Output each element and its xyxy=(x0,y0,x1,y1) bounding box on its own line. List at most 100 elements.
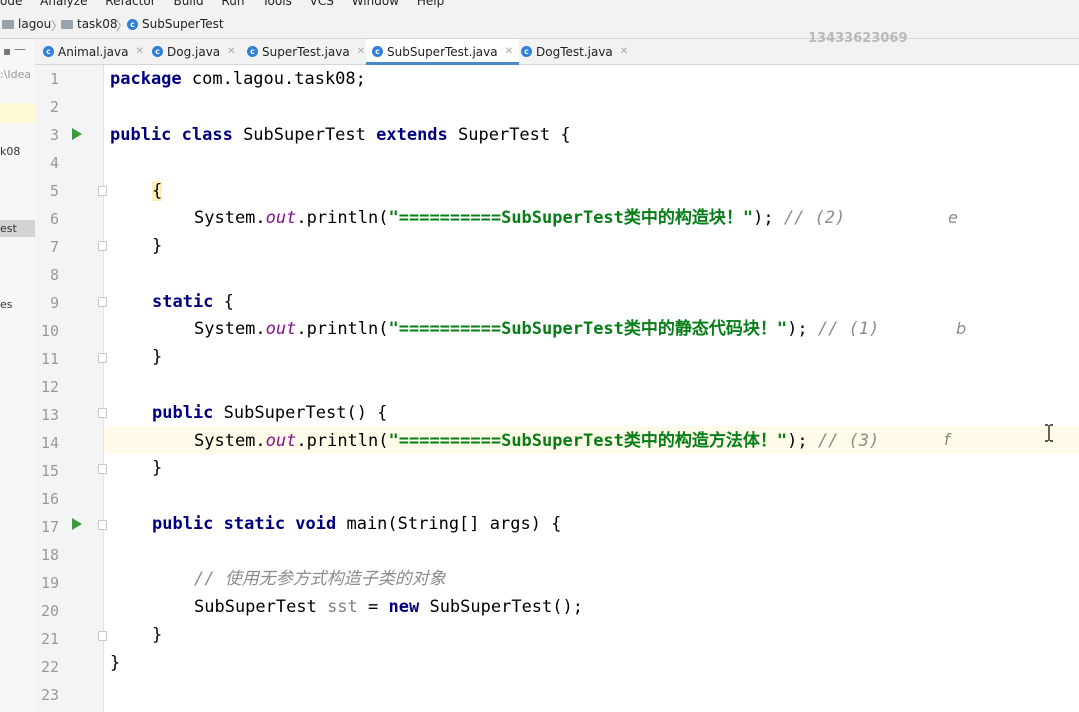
code-line-1: package com.lagou.task08; xyxy=(110,65,366,93)
class-icon: c xyxy=(43,46,54,57)
breadcrumb-label: SubSuperTest xyxy=(142,17,224,31)
line-number: 9 xyxy=(49,294,59,312)
menu-tools[interactable]: Tools xyxy=(262,0,292,8)
code-text: .println( xyxy=(296,319,389,339)
sidebar-collapse-icon[interactable]: ▪ xyxy=(3,44,11,58)
run-main-icon[interactable] xyxy=(72,518,82,530)
breadcrumb-label: lagou xyxy=(18,17,52,31)
code-line-19: // 使用无参方式构造子类的对象 xyxy=(194,565,446,593)
keyword: new xyxy=(388,597,420,617)
code-text: System. xyxy=(194,319,266,339)
annotation-note: b xyxy=(956,319,967,338)
code-text: } xyxy=(152,236,163,256)
code-line-3: public class SubSuperTest extends SuperT… xyxy=(110,121,571,149)
annotation-note: e xyxy=(948,208,958,227)
string-literal: "==========SubSuperTest类中的构造方法体！" xyxy=(388,431,788,451)
class-icon: c xyxy=(372,46,383,57)
menu-refactor[interactable]: Refactor xyxy=(105,0,155,8)
code-text: SubSuperTest() { xyxy=(213,403,388,423)
sidebar-item-es[interactable]: es xyxy=(0,298,13,311)
tab-label: DogTest.java xyxy=(536,44,613,59)
code-line-10: System.out.println("==========SubSuperTe… xyxy=(194,315,879,343)
class-icon: c xyxy=(127,18,138,30)
code-text: System. xyxy=(194,431,266,451)
code-line-22: } xyxy=(110,649,120,677)
code-text: } xyxy=(152,347,163,367)
tab-subsupertest[interactable]: c SubSuperTest.java ✕ xyxy=(366,39,519,65)
class-icon: c xyxy=(247,46,258,57)
close-icon[interactable]: ✕ xyxy=(357,46,365,57)
keyword: static xyxy=(152,292,214,312)
tab-label: SubSuperTest.java xyxy=(387,44,498,59)
menu-run[interactable]: Run xyxy=(221,0,244,8)
code-text: ); xyxy=(787,431,808,451)
line-number: 3 xyxy=(49,126,59,144)
breadcrumb-item-lagou[interactable]: lagou xyxy=(2,17,51,31)
close-icon[interactable]: ✕ xyxy=(227,46,235,57)
breadcrumb-item-task08[interactable]: task08 xyxy=(61,17,118,31)
editor-gutter: 1 2 3 4 5 6 7 8 9 10 11 12 13 14 15 16 1… xyxy=(35,65,104,712)
tab-label: SuperTest.java xyxy=(262,44,350,59)
sidebar-item-label: est xyxy=(0,222,17,235)
line-number: 20 xyxy=(40,602,59,620)
code-line-21: } xyxy=(152,621,162,649)
code-text: System. xyxy=(194,208,266,228)
text-cursor-icon xyxy=(1045,424,1053,442)
code-text: } xyxy=(152,625,163,645)
watermark: 13433623069 xyxy=(808,31,908,46)
close-icon[interactable]: ✕ xyxy=(620,46,628,57)
code-line-13: public SubSuperTest() { xyxy=(152,399,387,427)
code-line-6: System.out.println("==========SubSuperTe… xyxy=(194,204,845,232)
code-text: main(String[] args) { xyxy=(336,514,562,534)
menu-vcs[interactable]: VCS xyxy=(310,0,334,8)
line-number: 7 xyxy=(49,238,59,256)
line-number: 12 xyxy=(40,378,59,396)
folder-icon xyxy=(61,19,73,29)
variable: sst xyxy=(327,597,358,617)
editor-tabs: c Animal.java ✕ c Dog.java ✕ c SuperTest… xyxy=(35,39,1079,65)
code-line-7: } xyxy=(152,232,162,260)
sidebar-path: :\Idea xyxy=(0,68,32,81)
comment: // (2) xyxy=(773,208,846,228)
line-number: 8 xyxy=(49,266,59,284)
keyword: public xyxy=(152,403,214,423)
comment: // (3) xyxy=(807,431,880,451)
tab-dog[interactable]: c Dog.java ✕ xyxy=(152,39,236,64)
sidebar-item-selected[interactable]: est xyxy=(0,220,35,237)
tab-supertest[interactable]: c SuperTest.java ✕ xyxy=(247,39,365,64)
line-number: 5 xyxy=(49,182,59,200)
tab-dogtest[interactable]: c DogTest.java ✕ xyxy=(521,39,628,64)
code-line-15: } xyxy=(152,454,162,482)
keyword: package xyxy=(110,69,182,89)
menu-build[interactable]: Build xyxy=(173,0,203,8)
line-number: 15 xyxy=(40,462,59,480)
annotation-note: f xyxy=(944,430,950,449)
sidebar-item-task08[interactable]: k08 xyxy=(0,145,20,158)
code-text: = xyxy=(357,597,389,617)
menu-code[interactable]: ode xyxy=(0,0,22,8)
code-text: { xyxy=(152,181,163,201)
code-text: SubSuperTest(); xyxy=(419,597,583,617)
line-number: 22 xyxy=(40,658,59,676)
close-icon[interactable]: ✕ xyxy=(505,46,513,57)
tab-label: Animal.java xyxy=(58,44,129,59)
code-text: ); xyxy=(787,319,808,339)
tab-label: Dog.java xyxy=(167,44,221,59)
menu-window[interactable]: Window xyxy=(352,0,399,8)
tab-animal[interactable]: c Animal.java ✕ xyxy=(43,39,144,64)
run-class-icon[interactable] xyxy=(72,128,82,140)
field: out xyxy=(265,319,297,339)
project-sidebar: ▪ — :\Idea k08 est es xyxy=(0,39,36,712)
close-icon[interactable]: ✕ xyxy=(135,46,143,57)
menu-help[interactable]: Help xyxy=(417,0,444,8)
string-literal: "==========SubSuperTest类中的构造块！" xyxy=(388,208,754,228)
folder-icon xyxy=(2,19,14,29)
minimize-icon[interactable]: — xyxy=(14,42,26,56)
class-icon: c xyxy=(152,46,163,57)
comment: // 使用无参方式构造子类的对象 xyxy=(194,569,446,589)
line-number: 1 xyxy=(49,70,59,88)
menu-analyze[interactable]: Analyze xyxy=(40,0,87,8)
line-number: 2 xyxy=(49,98,59,116)
breadcrumb-item-subsupertest[interactable]: c SubSuperTest xyxy=(127,17,224,31)
keyword: extends xyxy=(376,125,448,145)
